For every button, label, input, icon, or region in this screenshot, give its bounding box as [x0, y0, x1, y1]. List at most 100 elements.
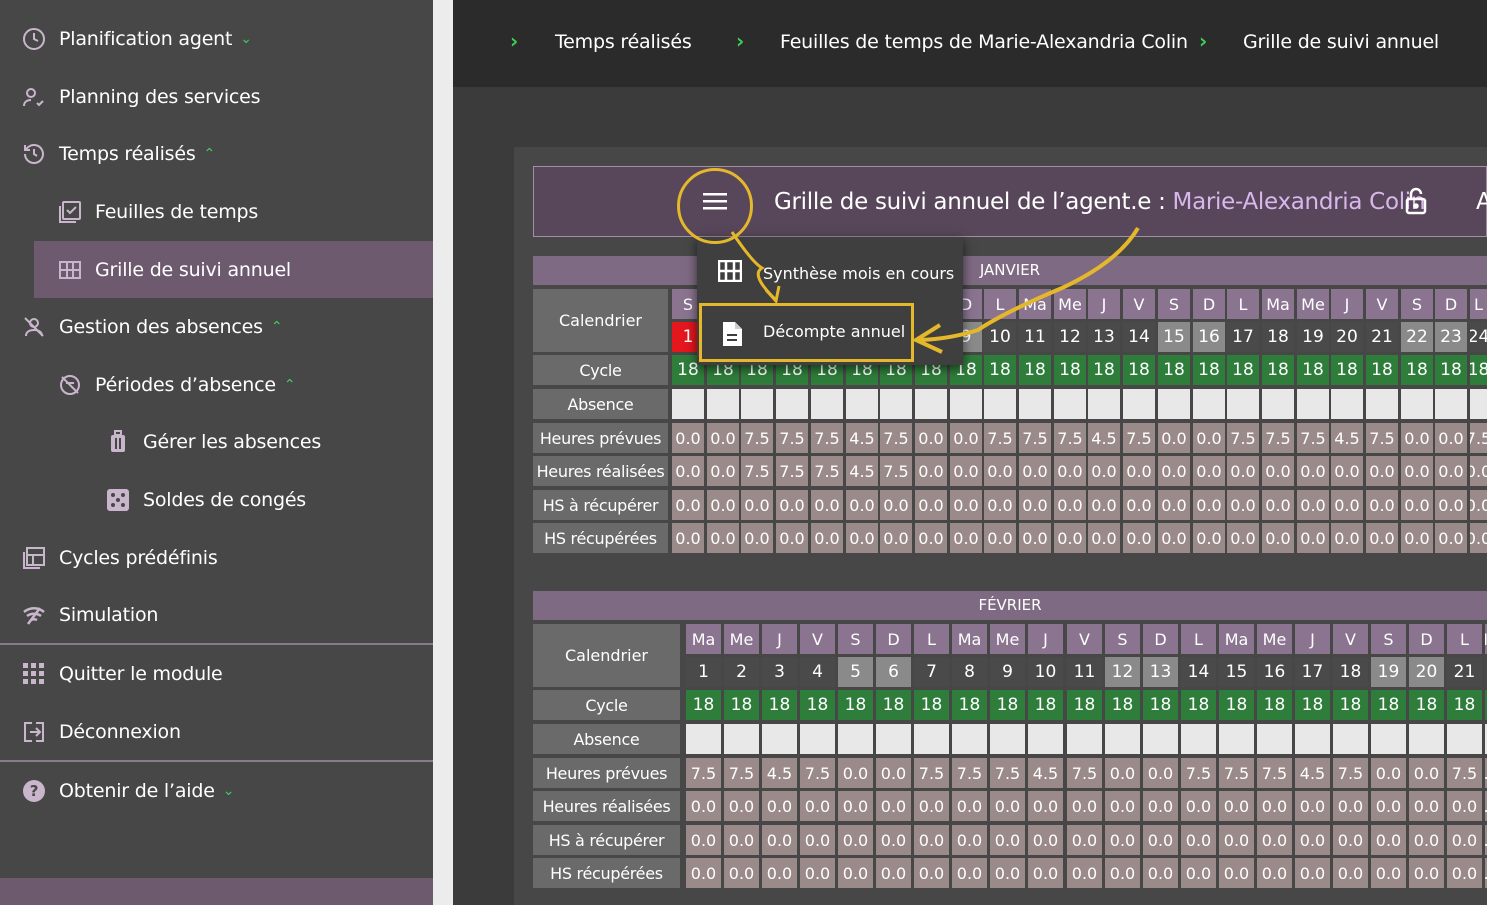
heures-realisees-cell[interactable]: 0.0: [1447, 791, 1482, 821]
breadcrumb-item[interactable]: Temps réalisés: [555, 31, 692, 53]
absence-cell[interactable]: [1067, 724, 1102, 754]
heures-realisees-cell[interactable]: 0.0: [1028, 791, 1063, 821]
heures-realisees-cell[interactable]: 0.0: [876, 791, 911, 821]
heures-realisees-cell[interactable]: 0.0: [990, 791, 1025, 821]
hamburger-menu-icon[interactable]: [703, 193, 727, 215]
absence-cell[interactable]: [950, 389, 982, 419]
nav-soldes-conges[interactable]: Soldes de congés: [0, 471, 433, 528]
absence-cell[interactable]: [914, 724, 949, 754]
heures-realisees-cell[interactable]: 7.5: [880, 456, 912, 486]
absence-cell[interactable]: [811, 389, 843, 419]
absence-cell[interactable]: [1295, 724, 1330, 754]
nav-periodes-absence[interactable]: Périodes d’absence ⌃: [0, 356, 433, 413]
absence-cell[interactable]: [1019, 389, 1051, 419]
heures-realisees-cell[interactable]: 0.0: [762, 791, 797, 821]
absence-cell[interactable]: [1297, 389, 1329, 419]
absence-cell[interactable]: [1331, 389, 1363, 419]
heures-realisees-cell[interactable]: 0.0: [1297, 456, 1329, 486]
heures-realisees-cell[interactable]: 0.0: [1219, 791, 1254, 821]
absence-cell[interactable]: [1371, 724, 1406, 754]
heures-realisees-cell[interactable]: 0.0: [707, 456, 739, 486]
nav-quitter-module[interactable]: Quitter le module: [0, 645, 433, 702]
heures-realisees-cell[interactable]: 0.0: [724, 791, 759, 821]
absence-cell[interactable]: [915, 389, 947, 419]
heures-realisees-cell[interactable]: 0.0: [1019, 456, 1051, 486]
heures-realisees-cell[interactable]: 0.0: [1143, 791, 1178, 821]
heures-realisees-cell[interactable]: 0.0: [1123, 456, 1155, 486]
heures-realisees-cell[interactable]: 0.0: [800, 791, 835, 821]
nav-gerer-absences[interactable]: Gérer les absences: [0, 413, 433, 470]
heures-realisees-cell[interactable]: 0.0: [1435, 456, 1467, 486]
nav-cycles-predefinis[interactable]: Cycles prédéfinis: [0, 529, 433, 586]
absence-cell[interactable]: [1088, 389, 1120, 419]
absence-cell[interactable]: [990, 724, 1025, 754]
heures-realisees-cell[interactable]: 0.0: [984, 456, 1016, 486]
absence-cell[interactable]: [1054, 389, 1086, 419]
absence-cell[interactable]: [800, 724, 835, 754]
absence-cell[interactable]: [1470, 389, 1487, 419]
heures-realisees-cell[interactable]: 0.0: [1333, 791, 1368, 821]
heures-realisees-cell[interactable]: 0.0: [838, 791, 873, 821]
absence-cell[interactable]: [686, 724, 721, 754]
absence-cell[interactable]: [741, 389, 773, 419]
absence-cell[interactable]: [1333, 724, 1368, 754]
heures-realisees-cell[interactable]: 0.0: [1181, 791, 1216, 821]
heures-realisees-cell[interactable]: 0.0: [1262, 456, 1294, 486]
heures-realisees-cell[interactable]: 0.0: [1227, 456, 1259, 486]
nav-bottom-item[interactable]: [0, 878, 433, 905]
absence-cell[interactable]: [1447, 724, 1482, 754]
heures-realisees-cell[interactable]: 0.0: [686, 791, 721, 821]
heures-realisees-cell[interactable]: 4.5: [846, 456, 878, 486]
absence-cell[interactable]: [1123, 389, 1155, 419]
heures-realisees-cell[interactable]: 0.0: [1193, 456, 1225, 486]
heures-realisees-cell[interactable]: 0.0: [1409, 791, 1444, 821]
absence-cell[interactable]: [707, 389, 739, 419]
heures-realisees-cell[interactable]: 0.0: [1088, 456, 1120, 486]
heures-realisees-cell[interactable]: 0.0: [1158, 456, 1190, 486]
absence-cell[interactable]: [1435, 389, 1467, 419]
absence-cell[interactable]: [776, 389, 808, 419]
heures-realisees-cell[interactable]: 7.5: [776, 456, 808, 486]
absence-cell[interactable]: [1219, 724, 1254, 754]
absence-cell[interactable]: [1181, 724, 1216, 754]
absence-cell[interactable]: [762, 724, 797, 754]
nav-grille-suivi-annuel[interactable]: Grille de suivi annuel: [34, 241, 433, 298]
menu-item-synthese[interactable]: Synthèse mois en cours: [697, 244, 963, 302]
heures-realisees-cell[interactable]: 0.0: [1331, 456, 1363, 486]
heures-realisees-cell[interactable]: 7.5: [811, 456, 843, 486]
heures-realisees-cell[interactable]: 0.0: [915, 456, 947, 486]
absence-cell[interactable]: [672, 389, 704, 419]
absence-cell[interactable]: [1409, 724, 1444, 754]
absence-cell[interactable]: [846, 389, 878, 419]
heures-realisees-cell[interactable]: 0.0: [1401, 456, 1433, 486]
absence-cell[interactable]: [952, 724, 987, 754]
nav-deconnexion[interactable]: Déconnexion: [0, 703, 433, 760]
absence-cell[interactable]: [880, 389, 912, 419]
heures-realisees-cell[interactable]: 0.0: [1366, 456, 1398, 486]
absence-cell[interactable]: [1262, 389, 1294, 419]
heures-realisees-cell[interactable]: 0.0: [952, 791, 987, 821]
absence-cell[interactable]: [1028, 724, 1063, 754]
absence-cell[interactable]: [1257, 724, 1292, 754]
nav-planning-services[interactable]: Planning des services: [0, 68, 433, 125]
nav-temps-realises[interactable]: Temps réalisés ⌃: [0, 125, 433, 182]
nav-feuilles-de-temps[interactable]: Feuilles de temps: [0, 183, 433, 240]
heures-realisees-cell[interactable]: 0.0: [1371, 791, 1406, 821]
absence-cell[interactable]: [1105, 724, 1140, 754]
heures-realisees-cell[interactable]: 0.0: [1067, 791, 1102, 821]
absence-cell[interactable]: [1227, 389, 1259, 419]
breadcrumb-item[interactable]: Feuilles de temps de Marie-Alexandria Co…: [780, 31, 1188, 53]
nav-planification-agent[interactable]: Planification agent ⌄: [0, 10, 433, 67]
heures-realisees-cell[interactable]: 0.0: [672, 456, 704, 486]
absence-cell[interactable]: [1143, 724, 1178, 754]
heures-realisees-cell[interactable]: 0.0: [1470, 456, 1487, 486]
sidebar-scrollbar[interactable]: [433, 0, 453, 905]
absence-cell[interactable]: [1193, 389, 1225, 419]
absence-cell[interactable]: [1158, 389, 1190, 419]
heures-realisees-cell[interactable]: 0.0: [1257, 791, 1292, 821]
absence-cell[interactable]: [838, 724, 873, 754]
heures-realisees-cell[interactable]: 0.0: [1295, 791, 1330, 821]
menu-item-decompte[interactable]: Décompte annuel: [699, 303, 914, 362]
lock-icon[interactable]: [1404, 187, 1428, 219]
absence-cell[interactable]: [984, 389, 1016, 419]
